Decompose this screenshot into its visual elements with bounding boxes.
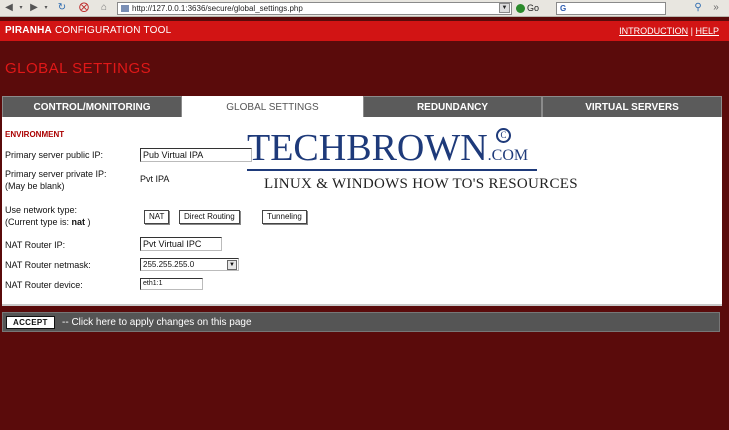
home-icon[interactable]: ⌂: [98, 2, 110, 14]
network-type-label: Use network type:: [5, 205, 78, 215]
logo-word-brown: BROWN: [346, 127, 488, 169]
watermark-logo: TECHBROWN.COM C LINUX & WINDOWS HOW TO'S…: [247, 127, 578, 198]
nat-router-device-label: NAT Router device:: [5, 280, 83, 290]
divider: [2, 304, 722, 306]
search-go-icon[interactable]: ⚲: [691, 2, 705, 14]
tab-control-monitoring[interactable]: CONTROL/MONITORING: [2, 96, 182, 117]
search-engine-icon: G: [560, 4, 567, 13]
tab-redundancy[interactable]: REDUNDANCY: [363, 96, 542, 117]
back-icon[interactable]: ◀: [3, 2, 15, 14]
search-input[interactable]: G: [556, 2, 666, 15]
logo-word-suffix: .COM: [487, 147, 529, 164]
app-header: PIRANHA CONFIGURATION TOOL INTRODUCTION …: [0, 21, 729, 41]
private-ip-label: Primary server private IP:: [5, 169, 107, 179]
chevron-down-icon[interactable]: ▼: [227, 260, 237, 270]
tab-bar: CONTROL/MONITORING GLOBAL SETTINGS REDUN…: [2, 96, 722, 117]
go-icon: [516, 4, 525, 14]
forward-icon[interactable]: ▶: [28, 2, 40, 14]
page-title: GLOBAL SETTINGS: [5, 60, 152, 77]
nat-router-ip-input[interactable]: Pvt Virtual IPC: [140, 237, 222, 251]
introduction-link[interactable]: INTRODUCTION: [619, 26, 688, 36]
tunneling-button[interactable]: Tunneling: [262, 210, 307, 224]
toolbar-overflow-icon[interactable]: »: [709, 2, 723, 14]
app-title-rest: CONFIGURATION TOOL: [51, 25, 172, 36]
private-ip-input[interactable]: Pvt IPA: [138, 173, 250, 187]
network-type-current-value: nat: [71, 217, 86, 227]
address-dropdown-icon[interactable]: ▼: [499, 3, 510, 13]
public-ip-label: Primary server public IP:: [5, 150, 104, 160]
accept-button[interactable]: ACCEPT: [6, 316, 55, 329]
accept-bar: ACCEPT -- Click here to apply changes on…: [2, 312, 720, 332]
app-title: PIRANHA CONFIGURATION TOOL: [5, 21, 171, 41]
nat-router-ip-label: NAT Router IP:: [5, 240, 66, 250]
address-url: http://127.0.0.1:3636/secure/global_sett…: [132, 4, 303, 13]
direct-routing-button[interactable]: Direct Routing: [179, 210, 240, 224]
nat-router-device-input[interactable]: eth1:1: [140, 278, 203, 290]
logo-tagline: LINUX & WINDOWS HOW TO'S RESOURCES: [264, 176, 578, 192]
tab-virtual-servers[interactable]: VIRTUAL SERVERS: [542, 96, 722, 117]
forward-dropdown-icon[interactable]: ▾: [42, 2, 50, 14]
tab-global-settings[interactable]: GLOBAL SETTINGS: [182, 96, 363, 117]
app-title-bold: PIRANHA: [5, 25, 52, 36]
network-type-current-prefix: (Current type is:: [5, 217, 72, 227]
reload-icon[interactable]: ↻: [56, 2, 68, 14]
header-links: INTRODUCTION | HELP: [619, 21, 719, 41]
netmask-selected-value: 255.255.255.0: [143, 260, 195, 269]
help-link[interactable]: HELP: [695, 26, 719, 36]
section-environment: ENVIRONMENT: [5, 130, 65, 139]
nat-router-netmask-label: NAT Router netmask:: [5, 260, 91, 270]
copyright-icon: C: [496, 128, 511, 143]
stop-icon[interactable]: ⨂: [78, 2, 90, 14]
browser-toolbar: ◀ ▾ ▶ ▾ ↻ ⨂ ⌂ http://127.0.0.1:3636/secu…: [0, 0, 729, 17]
network-type-current: (Current type is: nat ): [5, 217, 91, 228]
nat-button[interactable]: NAT: [144, 210, 170, 224]
logo-word-tech: TECH: [247, 127, 347, 169]
favicon-icon: [121, 5, 129, 12]
address-bar[interactable]: http://127.0.0.1:3636/secure/global_sett…: [117, 2, 512, 15]
public-ip-input[interactable]: Pub Virtual IPA: [140, 148, 252, 162]
go-button[interactable]: Go: [516, 2, 539, 14]
network-type-current-suffix: ): [85, 217, 91, 227]
accept-hint: -- Click here to apply changes on this p…: [62, 317, 252, 328]
nat-router-netmask-select[interactable]: 255.255.255.0 ▼: [140, 258, 239, 271]
back-dropdown-icon[interactable]: ▾: [17, 2, 25, 14]
private-ip-note: (May be blank): [5, 181, 65, 191]
go-label: Go: [527, 3, 540, 13]
logo-underline: [247, 169, 537, 171]
